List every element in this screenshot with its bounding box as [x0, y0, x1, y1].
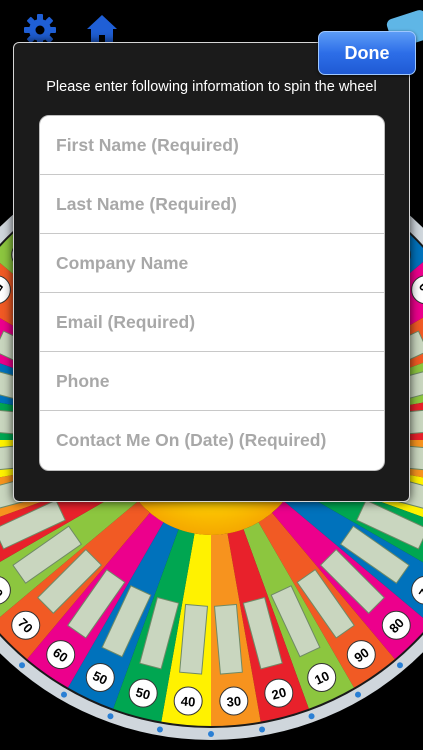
first-name-field[interactable]	[40, 116, 384, 175]
wheel-peg	[396, 662, 403, 669]
info-modal: Please enter following information to sp…	[13, 42, 410, 502]
number-label: 40	[180, 693, 196, 709]
instruction-text: Please enter following information to sp…	[46, 79, 377, 95]
phone-input[interactable]	[54, 369, 376, 393]
last-name-input[interactable]	[54, 192, 376, 216]
first-name-input[interactable]	[54, 133, 376, 157]
wheel-peg	[308, 713, 315, 720]
email-field[interactable]	[40, 293, 384, 352]
contact-date-input[interactable]	[54, 429, 376, 452]
wheel-peg	[19, 662, 26, 669]
wheel-peg	[156, 726, 163, 733]
wheel-peg	[61, 691, 67, 698]
done-button[interactable]: Done	[318, 31, 416, 75]
last-name-field[interactable]	[40, 175, 384, 234]
registration-form	[39, 115, 385, 471]
company-name-input[interactable]	[54, 251, 376, 275]
phone-field[interactable]	[40, 352, 384, 411]
wheel-peg	[355, 691, 361, 698]
wheel-peg	[107, 713, 114, 720]
number-label: 30	[226, 693, 242, 709]
email-input[interactable]	[54, 310, 376, 334]
company-name-field[interactable]	[40, 234, 384, 293]
wheel-peg	[208, 731, 214, 737]
contact-date-field[interactable]	[40, 411, 384, 470]
wheel-peg	[259, 726, 266, 733]
